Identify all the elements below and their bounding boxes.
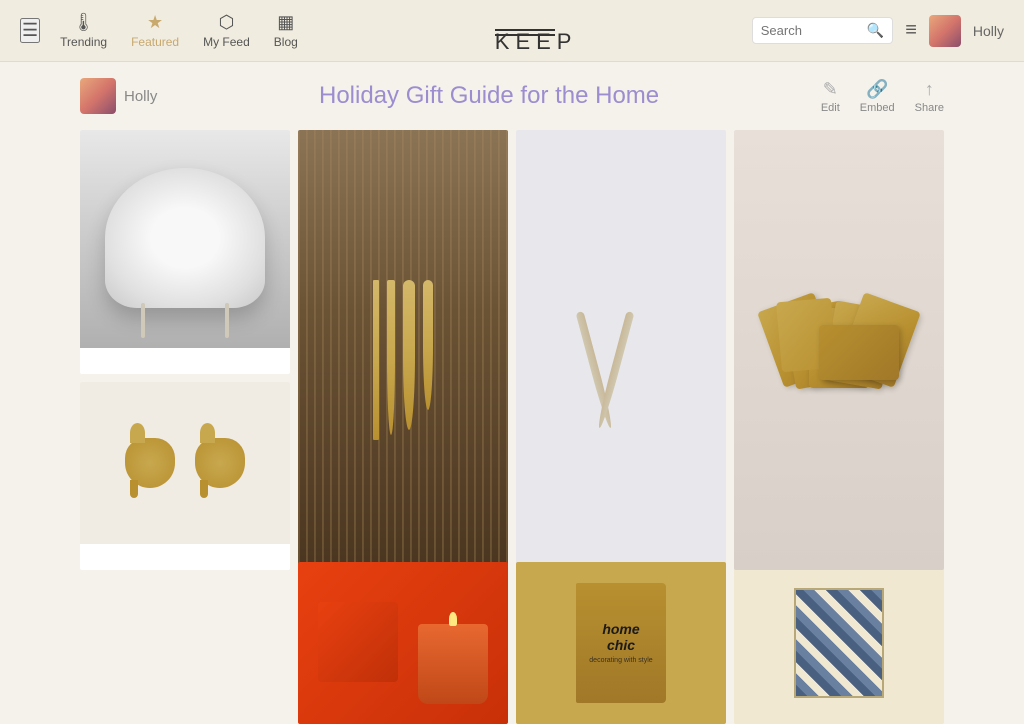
username-display[interactable]: Holly <box>973 23 1004 39</box>
grid-item-book[interactable]: homechic decorating with style <box>516 562 726 724</box>
header: ☰ 🌡 Trending ★ Featured ⬡ My Feed ▦ Blog… <box>0 0 1024 62</box>
username-label: Holly <box>124 88 157 105</box>
grid-item-gold-cards[interactable] <box>734 130 944 570</box>
blog-icon: ▦ <box>277 12 294 33</box>
book-title: homechic <box>602 622 639 653</box>
search-icon: 🔍 <box>867 22 884 39</box>
main-nav: 🌡 Trending ★ Featured ⬡ My Feed ▦ Blog <box>60 12 298 49</box>
nav-trending-label: Trending <box>60 35 107 49</box>
nav-featured-label: Featured <box>131 35 179 49</box>
grid-item-pattern[interactable] <box>734 562 944 724</box>
featured-icon: ★ <box>147 12 163 33</box>
grid-item-candle[interactable] <box>298 562 508 724</box>
user-avatar-small <box>80 78 116 114</box>
myfeed-icon: ⬡ <box>219 12 235 33</box>
share-button[interactable]: ↑ Share <box>915 79 944 114</box>
search-input[interactable] <box>761 23 861 38</box>
page-actions: ✎ Edit 🔗 Embed ↑ Share <box>821 79 944 114</box>
nav-item-myfeed[interactable]: ⬡ My Feed <box>203 12 250 49</box>
site-logo[interactable]: KEEP <box>298 26 752 36</box>
nav-myfeed-label: My Feed <box>203 35 250 49</box>
grid-item-cutlery[interactable] <box>298 130 508 570</box>
page-title: Holiday Gift Guide for the Home <box>157 82 820 110</box>
embed-icon: 🔗 <box>866 79 888 100</box>
list-view-icon[interactable]: ≡ <box>905 19 917 42</box>
main-content: Holly Holiday Gift Guide for the Home ✎ … <box>0 62 1024 724</box>
nav-item-blog[interactable]: ▦ Blog <box>274 12 298 49</box>
elephant-figure-left <box>125 438 175 488</box>
avatar <box>929 15 961 47</box>
page-header: Holly Holiday Gift Guide for the Home ✎ … <box>80 78 944 114</box>
header-right: 🔍 ≡ Holly <box>752 15 1004 47</box>
edit-button[interactable]: ✎ Edit <box>821 79 840 114</box>
grid-item-elephants[interactable] <box>80 382 290 570</box>
search-box[interactable]: 🔍 <box>752 17 893 44</box>
grid-item-spoon-tongs[interactable] <box>516 130 726 570</box>
user-info: Holly <box>80 78 157 114</box>
grid-item-fur-chair[interactable] <box>80 130 290 374</box>
nav-item-trending[interactable]: 🌡 Trending <box>60 12 107 49</box>
image-grid <box>80 130 944 570</box>
edit-icon: ✎ <box>823 79 838 100</box>
share-icon: ↑ <box>925 79 934 100</box>
book-subtitle: decorating with style <box>589 657 652 664</box>
trending-icon: 🌡 <box>72 12 95 33</box>
menu-button[interactable]: ☰ <box>20 18 40 43</box>
embed-button[interactable]: 🔗 Embed <box>860 79 895 114</box>
nav-blog-label: Blog <box>274 35 298 49</box>
nav-item-featured[interactable]: ★ Featured <box>131 12 179 49</box>
elephant-figure-right <box>195 438 245 488</box>
